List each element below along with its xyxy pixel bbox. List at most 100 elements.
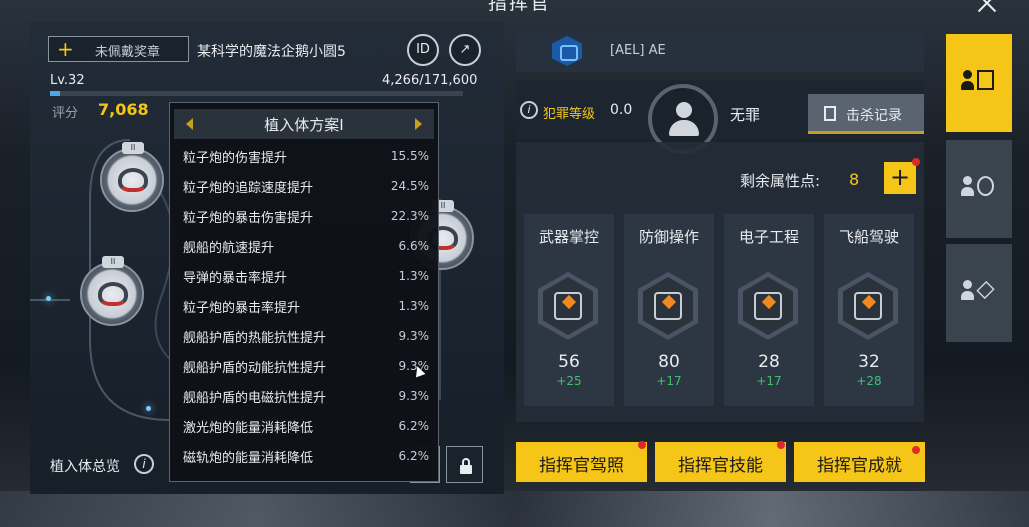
crime-level-value: 0.0	[610, 102, 633, 118]
implant-bonus-row: 激光炮的能量消耗降低 6.2%	[183, 413, 429, 443]
bonus-name: 舰船护盾的动能抗性提升	[183, 361, 327, 376]
notification-dot	[912, 446, 920, 454]
glow-dot	[46, 296, 51, 301]
commander-skills-button[interactable]: 指挥官技能	[655, 442, 786, 482]
info-icon[interactable]: i	[134, 454, 154, 474]
attribute-value: 56	[558, 352, 580, 372]
player-name: 某科学的魔法企鹅小圆5	[197, 44, 346, 60]
implant-bonus-row: 磁轨炮的能量消耗降低 6.2%	[183, 443, 429, 473]
implant-bonus-row: 舰船护盾的热能抗性提升 9.3%	[183, 323, 429, 353]
attribute-value: 32	[858, 352, 880, 372]
bonus-name: 舰船护盾的电磁抗性提升	[183, 391, 327, 406]
attribute-bonus: +25	[556, 374, 582, 388]
plan-selector: 植入体方案I	[174, 109, 434, 139]
bonus-value: 9.3%	[398, 329, 430, 343]
plus-icon: +	[57, 37, 74, 61]
hourglass-icon	[824, 106, 836, 121]
rank-badge: II	[122, 142, 144, 154]
tab-commander-layers[interactable]	[946, 244, 1012, 342]
bonus-value: 6.2%	[398, 449, 430, 463]
implant-bonus-row: 粒子炮的伤害提升 15.5%	[183, 143, 429, 173]
attribute-bonus: +17	[756, 374, 782, 388]
bonus-value: 15.5%	[390, 149, 429, 163]
implant-overview-label: 植入体总览	[50, 459, 120, 475]
bonus-value: 22.3%	[390, 209, 429, 223]
attribute-card[interactable]: 飞船驾驶 32 +28	[824, 214, 914, 406]
next-arrow-icon[interactable]	[415, 118, 422, 130]
attribute-name: 武器掌控	[538, 228, 599, 246]
bonus-name: 舰船的航速提升	[183, 241, 275, 256]
attribute-icon	[554, 292, 582, 320]
kill-record-label: 击杀记录	[846, 108, 902, 124]
implant-bonus-row: 粒子炮的追踪速度提升 24.5%	[183, 173, 429, 203]
share-icon[interactable]: ↗	[449, 34, 481, 66]
top-bar: 指挥官	[0, 0, 1029, 20]
bonus-name: 导弹的暴击率提升	[183, 271, 288, 286]
commander-license-button[interactable]: 指挥官驾照	[516, 442, 647, 482]
tab-commander-assets[interactable]	[946, 140, 1012, 238]
bonus-value: 9.3%	[398, 389, 430, 403]
implant-slot[interactable]: II	[80, 256, 144, 326]
crime-level-label: 犯罪等级	[543, 107, 596, 122]
implant-bonus-row: 舰船护盾的动能抗性提升 9.3%	[183, 353, 429, 383]
org-name: [AEL] AE	[610, 43, 666, 58]
bonus-name: 激光炮的能量消耗降低	[183, 421, 314, 436]
bonus-value: 24.5%	[390, 179, 429, 193]
attribute-value: 28	[758, 352, 780, 372]
plan-title: 植入体方案I	[264, 116, 344, 134]
attribute-name: 飞船驾驶	[838, 228, 899, 246]
implant-icon	[98, 282, 128, 306]
remaining-points-label: 剩余属性点:	[740, 172, 821, 190]
lock-button[interactable]	[446, 446, 483, 483]
button-label: 指挥官驾照	[539, 456, 624, 476]
bonus-name: 磁轨炮的能量消耗降低	[183, 451, 314, 466]
tab-commander-profile[interactable]	[946, 34, 1012, 132]
close-icon[interactable]	[972, 0, 1002, 20]
attribute-value: 80	[658, 352, 680, 372]
bonus-name: 舰船护盾的热能抗性提升	[183, 331, 327, 346]
attribute-card[interactable]: 防御操作 80 +17	[624, 214, 714, 406]
attribute-icon	[754, 292, 782, 320]
profile-card-icon	[961, 70, 995, 94]
remaining-points-value: 8	[849, 170, 860, 189]
score-label: 评分	[52, 106, 79, 121]
implant-bonus-row: 舰船的航速提升 6.6%	[183, 233, 429, 263]
award-button-label: 未佩戴奖章	[95, 45, 161, 60]
bonus-name: 粒子炮的暴击率提升	[183, 301, 301, 316]
add-points-button[interactable]: +	[884, 162, 916, 194]
implant-bonus-row: 舰船护盾的电磁抗性提升 9.3%	[183, 383, 429, 413]
bonus-name: 粒子炮的追踪速度提升	[183, 181, 314, 196]
implant-bonus-row: 粒子炮的暴击伤害提升 22.3%	[183, 203, 429, 233]
award-medal-button[interactable]: + 未佩戴奖章	[48, 36, 189, 62]
bonus-value: 1.3%	[398, 269, 430, 283]
bonus-name: 粒子炮的伤害提升	[183, 151, 288, 166]
kill-record-button[interactable]: 击杀记录	[808, 94, 924, 134]
notification-dot	[777, 441, 785, 449]
implant-plan-popup: 植入体方案I 粒子炮的伤害提升 15.5% 粒子炮的追踪速度提升 24.5% 粒子炮的暴…	[169, 102, 439, 482]
attribute-icon	[854, 292, 882, 320]
score-value: 7,068	[98, 100, 149, 119]
button-label: 指挥官技能	[678, 456, 763, 476]
attribute-name: 防御操作	[638, 228, 699, 246]
page-title: 指挥官	[488, 0, 552, 14]
attribute-name: 电子工程	[738, 228, 799, 246]
notification-dot	[638, 441, 646, 449]
id-button[interactable]: ID	[407, 34, 439, 66]
profile-layers-icon	[961, 280, 995, 304]
bonus-value: 6.2%	[398, 419, 430, 433]
attribute-card[interactable]: 武器掌控 56 +25	[524, 214, 614, 406]
crime-status: 无罪	[730, 106, 761, 124]
commander-achievements-button[interactable]: 指挥官成就	[794, 442, 925, 482]
attribute-bonus: +17	[656, 374, 682, 388]
implant-slot[interactable]: II	[100, 142, 164, 212]
attribute-card[interactable]: 电子工程 28 +17	[724, 214, 814, 406]
attribute-bonus: +28	[856, 374, 882, 388]
bonus-value: 6.6%	[398, 239, 430, 253]
implant-icon	[118, 168, 148, 192]
bonus-value: 1.3%	[398, 299, 430, 313]
info-icon[interactable]: i	[520, 101, 538, 119]
rank-badge: II	[102, 256, 124, 268]
glow-dot	[146, 406, 151, 411]
implant-bonus-row: 粒子炮的暴击率提升 1.3%	[183, 293, 429, 323]
profile-coins-icon	[961, 176, 995, 200]
